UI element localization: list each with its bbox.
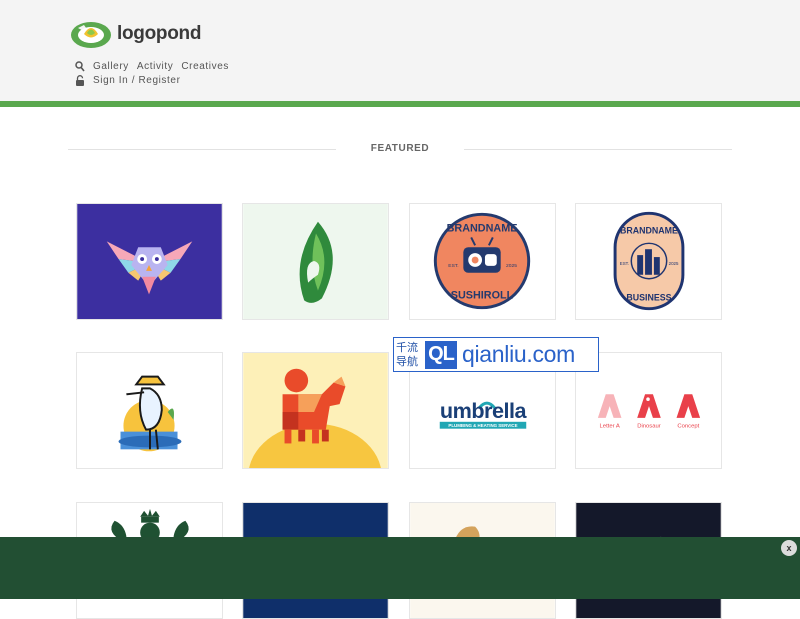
logo-tile-heron[interactable]: [76, 352, 223, 469]
primary-nav: Gallery Activity Creatives: [75, 61, 237, 72]
horse-logo-thumbnail: [243, 353, 388, 468]
logo-tile-business[interactable]: BRANDNAME BUSINESS EST. 2025: [575, 203, 722, 320]
watermark-chinese-bottom: 导航: [396, 354, 418, 368]
account-nav: Sign In / Register: [75, 75, 189, 86]
header-accent-bar: [0, 101, 800, 107]
heron-logo-thumbnail: [77, 353, 222, 468]
watermark-chinese-top: 千流: [396, 340, 418, 354]
logo-tile-horse[interactable]: [242, 352, 389, 469]
badge-est-text: EST.: [448, 263, 458, 269]
section-title: FEATURED: [370, 143, 430, 154]
letter-a-label: Letter A: [600, 424, 620, 430]
badge-brandname-text: BRANDNAME: [620, 225, 678, 235]
site-header: logopond Gallery Activity Creatives Sign…: [0, 0, 800, 101]
lilypad-logo-icon: [71, 22, 111, 48]
business-badge-thumbnail: BRANDNAME BUSINESS EST. 2025: [576, 204, 721, 319]
watermark-ql-logo: QL: [425, 340, 457, 369]
sushiroll-badge-thumbnail: BRANDNAME SUSHIROLL EST. 2025: [410, 204, 555, 319]
featured-heading: FEATURED: [68, 143, 732, 157]
badge-brandname-text: BRANDNAME: [447, 223, 518, 235]
concept-label: Concept: [677, 424, 699, 430]
nav-gallery-link[interactable]: Gallery: [93, 61, 129, 72]
dinosaur-label: Dinosaur: [637, 424, 661, 430]
owl-logo-thumbnail: [77, 204, 222, 319]
logo-tile-owl[interactable]: [76, 203, 223, 320]
bottom-ad-banner: x: [0, 537, 800, 599]
search-icon[interactable]: [75, 61, 85, 72]
watermark-chinese-text: 千流 导航: [396, 341, 424, 369]
logo-tile-leaf[interactable]: [242, 203, 389, 320]
sign-in-register-link[interactable]: Sign In / Register: [93, 75, 181, 86]
badge-business-text: BUSINESS: [626, 292, 671, 302]
logo-tile-sushiroll[interactable]: BRANDNAME SUSHIROLL EST. 2025: [409, 203, 556, 320]
logo-wordmark: logopond: [117, 23, 202, 44]
banner-close-button[interactable]: x: [781, 540, 797, 556]
site-logo[interactable]: logopond: [70, 18, 201, 50]
qianliu-watermark-link[interactable]: 千流 导航 QL qianliu.com: [393, 337, 599, 372]
badge-year-text: 2025: [669, 261, 679, 266]
leaf-logo-thumbnail: [243, 204, 388, 319]
umbrella-tagline-text: PLUMBING & HEATING SERVICE: [448, 423, 517, 428]
badge-sushiroll-text: SUSHIROLL: [451, 289, 514, 301]
badge-est-text: EST.: [620, 261, 629, 266]
badge-year-text: 2025: [506, 263, 517, 269]
lock-icon: [76, 75, 84, 86]
nav-creatives-link[interactable]: Creatives: [181, 61, 229, 72]
nav-activity-link[interactable]: Activity: [137, 61, 173, 72]
watermark-url-text: qianliu.com: [462, 341, 576, 367]
umbrella-wordmark-text: umbrella: [440, 398, 528, 423]
